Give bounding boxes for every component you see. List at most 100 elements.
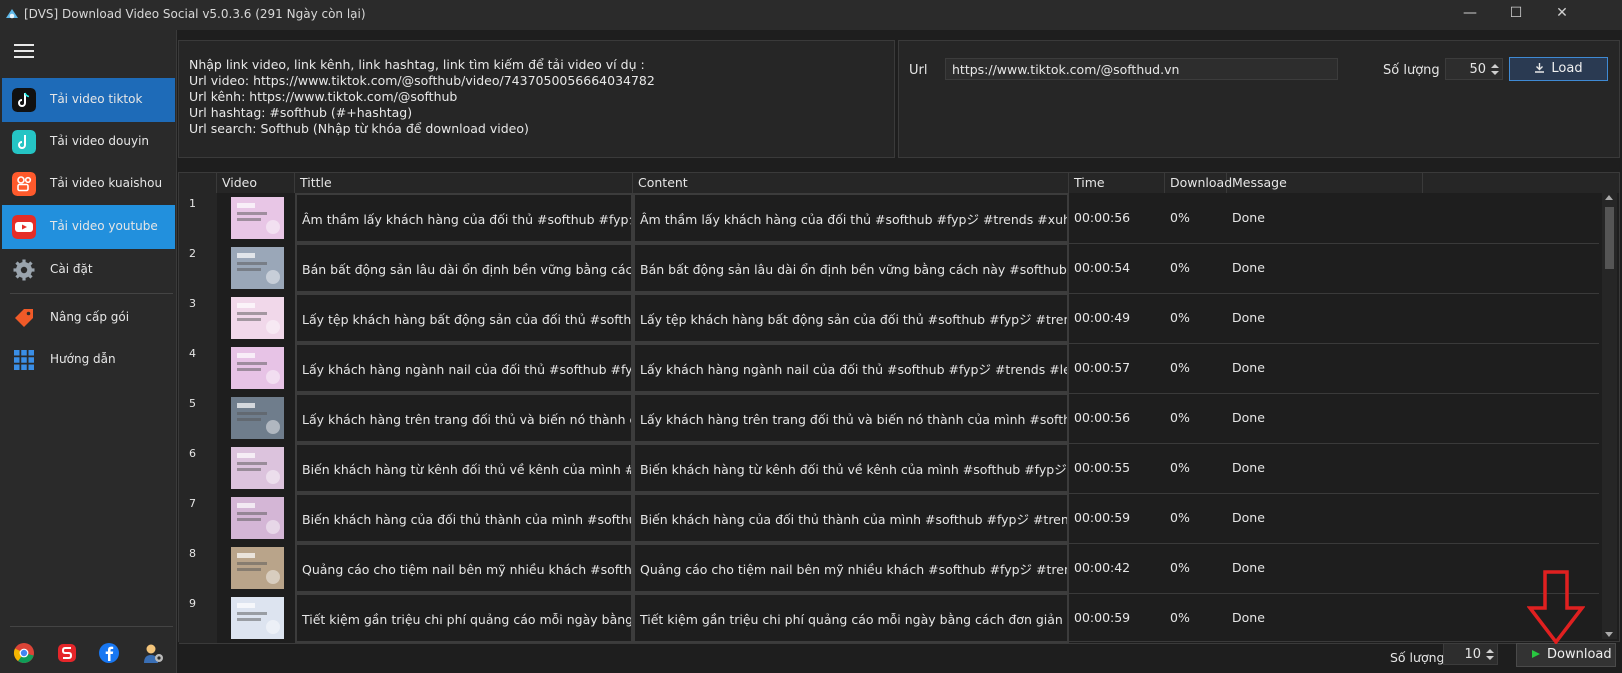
load-button[interactable]: Load xyxy=(1509,57,1608,81)
content-cell[interactable]: Lấy tệp khách hàng bất động sản của đối … xyxy=(633,293,1069,343)
title-cell[interactable]: Bán bất động sản lâu dài ổn định bền vữn… xyxy=(295,243,633,293)
spin-up-icon[interactable] xyxy=(1486,649,1494,653)
video-thumbnail[interactable] xyxy=(231,547,284,589)
sidebar-item-youtube[interactable]: Tải video youtube xyxy=(2,205,175,249)
content-cell[interactable]: Biến khách hàng của đối thủ thành của mì… xyxy=(633,493,1069,543)
gear-icon xyxy=(13,259,35,281)
youtube-icon xyxy=(12,215,36,239)
video-thumbnail[interactable] xyxy=(231,197,284,239)
header-time[interactable]: Time xyxy=(1069,173,1165,193)
content-cell[interactable]: Quảng cáo cho tiệm nail bên mỹ nhiều khá… xyxy=(633,543,1069,593)
sidebar-item-upgrade[interactable]: Nâng cấp gói xyxy=(2,296,175,340)
video-thumbnail[interactable] xyxy=(231,597,284,639)
video-cell[interactable] xyxy=(217,493,295,543)
video-cell[interactable] xyxy=(217,243,295,293)
header-download[interactable]: Download xyxy=(1165,173,1232,193)
content-cell[interactable]: Biến khách hàng từ kênh đối thủ về kênh … xyxy=(633,443,1069,493)
video-cell[interactable] xyxy=(217,193,295,243)
table-row[interactable]: 7 Biến khách hàng của đối thủ thành của m… xyxy=(179,493,1599,544)
table-row[interactable]: 4 Lấy khách hàng ngành nail của đối thủ #… xyxy=(179,343,1599,394)
scrollbar-thumb[interactable] xyxy=(1605,207,1614,269)
title-cell[interactable]: Quảng cáo cho tiệm nail bên mỹ nhiều khá… xyxy=(295,543,633,593)
vertical-scrollbar[interactable] xyxy=(1602,193,1617,639)
table-row[interactable]: 9 Tiết kiệm gần triệu chi phí quảng cáo m… xyxy=(179,593,1599,644)
spin-down-icon[interactable] xyxy=(1491,71,1499,75)
support-icon[interactable] xyxy=(142,642,164,664)
row-number: 7 xyxy=(179,493,217,543)
table-row[interactable]: 2 Bán bất động sản lâu dài ổn định bền vữ… xyxy=(179,243,1599,294)
title-cell[interactable]: Biến khách hàng từ kênh đối thủ về kênh … xyxy=(295,443,633,493)
video-cell[interactable] xyxy=(217,543,295,593)
video-cell[interactable] xyxy=(217,293,295,343)
content-cell[interactable]: Tiết kiệm gần triệu chi phí quảng cáo mỗ… xyxy=(633,593,1069,643)
scroll-down-icon[interactable] xyxy=(1605,632,1613,637)
content-cell[interactable]: Bán bất động sản lâu dài ổn định bền vữn… xyxy=(633,243,1069,293)
sidebar-item-guide[interactable]: Hướng dẫn xyxy=(2,338,175,382)
title-cell[interactable]: Biến khách hàng của đối thủ thành của mì… xyxy=(295,493,633,543)
title-cell[interactable]: Âm thầm lấy khách hàng của đối thủ #soft… xyxy=(295,193,633,243)
play-icon xyxy=(1532,650,1540,658)
video-thumbnail[interactable] xyxy=(231,397,284,439)
table-row[interactable]: 8 Quảng cáo cho tiệm nail bên mỹ nhiều kh… xyxy=(179,543,1599,594)
video-thumbnail[interactable] xyxy=(231,447,284,489)
chrome-icon[interactable] xyxy=(13,642,35,664)
message-cell: Done xyxy=(1232,610,1265,625)
header-video[interactable]: Video xyxy=(217,173,295,193)
table-row[interactable]: 6 Biến khách hàng từ kênh đối thủ về kênh… xyxy=(179,443,1599,494)
message-cell: Done xyxy=(1232,260,1265,275)
tiktok-icon xyxy=(12,88,36,112)
sidebar-item-kuaishou[interactable]: Tải video kuaishou xyxy=(2,162,175,206)
download-progress-cell: 0% xyxy=(1170,310,1190,325)
title-cell[interactable]: Lấy khách hàng ngành nail của đối thủ #s… xyxy=(295,343,633,393)
close-button[interactable]: ✕ xyxy=(1540,0,1584,28)
softhub-icon[interactable] xyxy=(56,642,78,664)
sidebar-item-tiktok[interactable]: Tải video tiktok xyxy=(2,78,175,122)
sidebar-divider xyxy=(10,626,173,627)
video-cell[interactable] xyxy=(217,343,295,393)
video-thumbnail[interactable] xyxy=(231,347,284,389)
facebook-icon[interactable] xyxy=(98,642,120,664)
menu-icon[interactable] xyxy=(14,44,34,60)
video-cell[interactable] xyxy=(217,443,295,493)
download-button[interactable]: Download xyxy=(1516,643,1616,667)
content-cell[interactable]: Lấy khách hàng trên trang đối thủ và biế… xyxy=(633,393,1069,443)
download-progress-cell: 0% xyxy=(1170,560,1190,575)
thread-count-value: 10 xyxy=(1464,647,1481,662)
content-cell[interactable]: Lấy khách hàng ngành nail của đối thủ #s… xyxy=(633,343,1069,393)
video-cell[interactable] xyxy=(217,593,295,643)
content-cell[interactable]: Âm thầm lấy khách hàng của đối thủ #soft… xyxy=(633,193,1069,243)
sidebar-item-settings[interactable]: Cài đặt xyxy=(2,248,175,292)
sidebar-item-douyin[interactable]: Tải video douyin xyxy=(2,120,175,164)
time-cell: 00:00:49 xyxy=(1074,310,1131,325)
video-thumbnail[interactable] xyxy=(231,497,284,539)
thread-count-stepper[interactable]: 10 xyxy=(1443,643,1498,665)
table-row[interactable]: 5 Lấy khách hàng trên trang đối thủ và bi… xyxy=(179,393,1599,444)
title-cell[interactable]: Lấy khách hàng trên trang đối thủ và biế… xyxy=(295,393,633,443)
url-input[interactable]: https://www.tiktok.com/@softhud.vn xyxy=(945,58,1338,80)
title-cell[interactable]: Tiết kiệm gần triệu chi phí quảng cáo mỗ… xyxy=(295,593,633,643)
app-logo-icon xyxy=(6,9,18,19)
quantity-stepper[interactable]: 50 xyxy=(1445,58,1503,80)
video-thumbnail[interactable] xyxy=(231,297,284,339)
row-number: 2 xyxy=(179,243,217,293)
kuaishou-icon xyxy=(12,172,36,196)
header-title[interactable]: Tittle xyxy=(295,173,633,193)
sidebar: Tải video tiktok Tải video douyin Tải vi… xyxy=(0,30,177,673)
header-message[interactable]: Message xyxy=(1227,173,1423,193)
row-number: 5 xyxy=(179,393,217,443)
url-panel: Url https://www.tiktok.com/@softhud.vn S… xyxy=(898,40,1620,158)
table-row[interactable]: 1 Âm thầm lấy khách hàng của đối thủ #sof… xyxy=(179,193,1599,244)
minimize-button[interactable]: — xyxy=(1448,0,1492,28)
table-row[interactable]: 3 Lấy tệp khách hàng bất động sản của đối… xyxy=(179,293,1599,344)
time-cell: 00:00:59 xyxy=(1074,610,1131,625)
spin-up-icon[interactable] xyxy=(1491,64,1499,68)
header-content[interactable]: Content xyxy=(633,173,1069,193)
spin-down-icon[interactable] xyxy=(1486,656,1494,660)
message-cell: Done xyxy=(1232,460,1265,475)
video-thumbnail[interactable] xyxy=(231,247,284,289)
scroll-up-icon[interactable] xyxy=(1605,195,1613,200)
video-cell[interactable] xyxy=(217,393,295,443)
window-title: [DVS] Download Video Social v5.0.3.6 (29… xyxy=(24,7,366,21)
title-cell[interactable]: Lấy tệp khách hàng bất động sản của đối … xyxy=(295,293,633,343)
maximize-button[interactable]: ☐ xyxy=(1494,0,1538,28)
